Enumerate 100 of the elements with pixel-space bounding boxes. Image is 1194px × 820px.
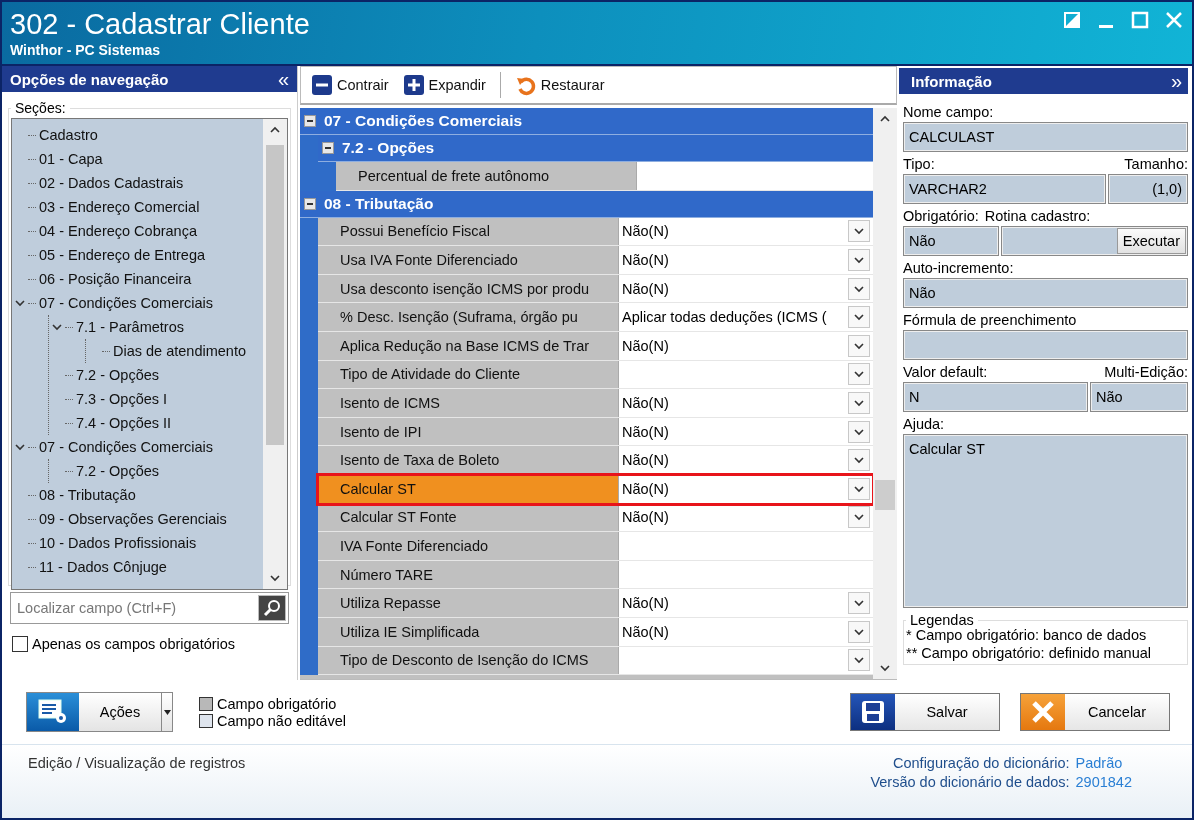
dropdown-button[interactable] [848, 449, 870, 472]
tree-item[interactable]: 7.4 - Opções II [76, 415, 172, 431]
plus-icon [402, 74, 425, 96]
tree-item[interactable]: 7.2 - Opções [76, 367, 159, 383]
checkbox[interactable] [12, 636, 28, 652]
property-row[interactable]: Utiliza Repasse Não(N) [318, 589, 873, 618]
property-row[interactable]: Isento de Taxa de Boleto Não(N) [318, 446, 873, 475]
chevron-down-icon[interactable] [51, 321, 63, 333]
dropdown-button[interactable] [848, 420, 870, 443]
tree-item[interactable]: Dias de atendimento [113, 343, 246, 359]
tree-item[interactable]: 07 - Condições Comerciais [39, 295, 214, 311]
tree-item[interactable]: Cadastro [39, 127, 98, 143]
collapse-button[interactable]: Contrair [305, 72, 395, 98]
tree-item[interactable]: 7.2 - Opções [76, 463, 159, 479]
dropdown-button[interactable] [848, 334, 870, 357]
cancel-button[interactable]: Cancelar [1020, 693, 1170, 731]
actions-button[interactable]: Ações [26, 692, 173, 732]
property-row[interactable]: Percentual de frete autônomo [336, 162, 873, 191]
dropdown-button[interactable] [848, 220, 870, 243]
toggle-button[interactable] [322, 142, 334, 154]
property-row[interactable]: Possui Benefício Fiscal Não(N) [318, 217, 873, 247]
property-row[interactable]: Isento de ICMS Não(N) [318, 389, 873, 418]
dropdown-field[interactable] [618, 646, 873, 675]
list-gear-icon [38, 699, 68, 725]
dropdown-button[interactable] [848, 363, 870, 386]
property-label: Isento de Taxa de Boleto [339, 451, 501, 471]
dropdown-button[interactable] [848, 391, 870, 414]
tree-item[interactable]: 7.1 - Parâmetros [76, 319, 184, 335]
dropdown-field[interactable]: Não(N) [618, 589, 873, 617]
input-field[interactable] [618, 560, 873, 589]
panel-title: Opções de navegação [10, 70, 169, 88]
search-box[interactable]: Localizar campo (Ctrl+F) [10, 592, 289, 624]
maximize-button[interactable] [1130, 10, 1150, 30]
toggle-button[interactable] [304, 115, 316, 127]
execute-button[interactable]: Executar [1116, 228, 1186, 254]
tree-item[interactable]: 05 - Endereço de Entrega [39, 247, 206, 263]
dropdown-button[interactable] [848, 649, 870, 672]
dropdown-field[interactable]: Não(N) [618, 417, 873, 446]
dropdown-field[interactable]: Não(N) [618, 389, 873, 417]
chevron-down-icon [269, 572, 281, 584]
property-row[interactable]: % Desc. Isenção (Suframa, órgão pu Aplicar todas deduções (ICMS ( [318, 303, 873, 332]
dropdown-field[interactable]: Não(N) [618, 217, 873, 246]
restore-button[interactable] [1062, 10, 1082, 30]
tree-item[interactable]: 11 - Dados Cônjuge [39, 559, 167, 575]
dropdown-button[interactable] [848, 506, 870, 529]
tree-item[interactable]: 02 - Dados Cadastrais [39, 175, 184, 191]
dropdown-field[interactable] [618, 360, 873, 389]
window-title: 302 - Cadastrar Cliente [10, 7, 311, 42]
chevron-down-icon[interactable] [14, 441, 26, 453]
tree-item[interactable]: 03 - Endereço Comercial [39, 199, 200, 215]
property-row[interactable]: Calcular ST Não(N) [318, 474, 873, 504]
dropdown-field[interactable]: Aplicar todas deduções (ICMS ( [618, 303, 873, 331]
scroll-thumb[interactable] [266, 145, 284, 445]
dropdown-field[interactable]: Não(N) [618, 331, 873, 360]
property-row[interactable]: Tipo de Desconto de Isenção do ICMS [318, 646, 873, 676]
scrollbar[interactable] [263, 119, 287, 589]
restore-button[interactable]: Restaurar [508, 72, 611, 98]
collapse-button[interactable]: « [277, 69, 289, 89]
close-button[interactable] [1164, 10, 1184, 30]
property-row[interactable]: Utiliza IE Simplificada Não(N) [318, 617, 873, 647]
dropdown-button[interactable] [848, 592, 870, 615]
dropdown-button[interactable] [848, 620, 870, 643]
property-row[interactable]: Usa desconto isenção ICMS por produ Não(N) [318, 274, 873, 304]
tree-item[interactable]: 07 - Condições Comerciais [39, 439, 214, 455]
property-row[interactable]: Aplica Redução na Base ICMS de Trar Não(N) [318, 331, 873, 361]
scrollbar[interactable] [873, 108, 897, 679]
property-row[interactable]: Usa IVA Fonte Diferenciado Não(N) [318, 246, 873, 275]
tree-item[interactable]: 10 - Dados Profissionais [39, 535, 197, 551]
property-row[interactable]: Número TARE [318, 560, 873, 590]
chevron-down-icon[interactable] [14, 297, 26, 309]
dropdown-button[interactable] [848, 277, 870, 300]
tree-item[interactable]: 09 - Observações Gerenciais [39, 511, 227, 527]
search-field[interactable]: Localizar campo (Ctrl+F) [11, 600, 258, 616]
field-label: Tipo: [903, 156, 935, 172]
dropdown-button[interactable] [848, 249, 870, 271]
property-row[interactable]: Tipo de Atividade do Cliente [318, 360, 873, 390]
dropdown-button[interactable] [848, 477, 870, 500]
expand-button[interactable]: Expandir [396, 72, 492, 98]
group-label: Seções: [14, 100, 67, 116]
tree-item[interactable]: 04 - Endereço Cobrança [39, 223, 197, 239]
property-row[interactable]: IVA Fonte Diferenciado [318, 532, 873, 561]
toggle-button[interactable] [304, 197, 316, 210]
tree-item[interactable]: 06 - Posição Financeira [39, 271, 192, 287]
tree-item[interactable]: 7.3 - Opções I [76, 391, 168, 407]
scroll-thumb[interactable] [875, 480, 895, 510]
tree-item[interactable]: 08 - Tributação [39, 487, 136, 503]
dropdown-field[interactable]: Não(N) [618, 617, 873, 646]
dropdown-button[interactable] [848, 306, 870, 329]
search-button[interactable] [258, 595, 286, 621]
dropdown-field[interactable]: Não(N) [618, 446, 873, 474]
input-field[interactable] [636, 162, 873, 190]
expand-button[interactable]: » [1170, 71, 1182, 91]
property-row[interactable]: Isento de IPI Não(N) [318, 417, 873, 447]
input-field[interactable] [618, 532, 873, 560]
maximize-icon [1131, 11, 1149, 29]
save-button[interactable]: Salvar [850, 693, 1000, 731]
dropdown-field[interactable]: Não(N) [618, 274, 873, 303]
dropdown-field[interactable]: Não(N) [618, 246, 873, 274]
dropdown-field[interactable]: Não(N) [618, 474, 873, 503]
tree-item[interactable]: 01 - Capa [39, 151, 103, 167]
